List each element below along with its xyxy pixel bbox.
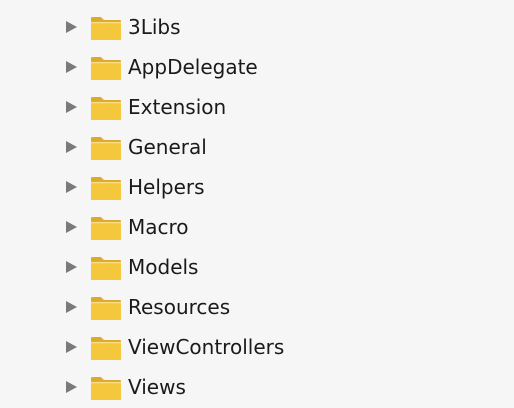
folder-row-views[interactable]: Views — [0, 367, 514, 407]
disclosure-triangle-icon[interactable] — [66, 141, 77, 153]
folder-icon — [90, 255, 122, 281]
disclosure-triangle-icon[interactable] — [66, 221, 77, 233]
disclosure-triangle-icon[interactable] — [66, 61, 77, 73]
folder-row-general[interactable]: General — [0, 127, 514, 167]
folder-row-appdelegate[interactable]: AppDelegate — [0, 47, 514, 87]
folder-list: 3Libs AppDelegate Extension General Help… — [0, 7, 514, 407]
folder-name[interactable]: ViewControllers — [128, 334, 284, 360]
disclosure-triangle-icon[interactable] — [66, 181, 77, 193]
folder-row-extension[interactable]: Extension — [0, 87, 514, 127]
folder-row-models[interactable]: Models — [0, 247, 514, 287]
folder-icon — [90, 135, 122, 161]
disclosure-triangle-icon[interactable] — [66, 21, 77, 33]
folder-icon — [90, 335, 122, 361]
folder-icon — [90, 375, 122, 401]
folder-icon — [90, 175, 122, 201]
folder-name[interactable]: Resources — [128, 294, 230, 320]
disclosure-triangle-icon[interactable] — [66, 341, 77, 353]
folder-icon — [90, 55, 122, 81]
folder-row-3libs[interactable]: 3Libs — [0, 7, 514, 47]
folder-icon — [90, 295, 122, 321]
folder-row-resources[interactable]: Resources — [0, 287, 514, 327]
folder-name[interactable]: General — [128, 134, 207, 160]
folder-name[interactable]: 3Libs — [128, 14, 181, 40]
folder-row-macro[interactable]: Macro — [0, 207, 514, 247]
folder-name[interactable]: AppDelegate — [128, 54, 258, 80]
folder-name[interactable]: Models — [128, 254, 198, 280]
disclosure-triangle-icon[interactable] — [66, 381, 77, 393]
disclosure-triangle-icon[interactable] — [66, 301, 77, 313]
folder-icon — [90, 15, 122, 41]
folder-name[interactable]: Macro — [128, 214, 189, 240]
folder-name[interactable]: Extension — [128, 94, 226, 120]
folder-icon — [90, 95, 122, 121]
folder-name[interactable]: Views — [128, 374, 186, 400]
folder-row-helpers[interactable]: Helpers — [0, 167, 514, 207]
folder-icon — [90, 215, 122, 241]
folder-row-viewcontrollers[interactable]: ViewControllers — [0, 327, 514, 367]
folder-name[interactable]: Helpers — [128, 174, 205, 200]
disclosure-triangle-icon[interactable] — [66, 101, 77, 113]
disclosure-triangle-icon[interactable] — [66, 261, 77, 273]
